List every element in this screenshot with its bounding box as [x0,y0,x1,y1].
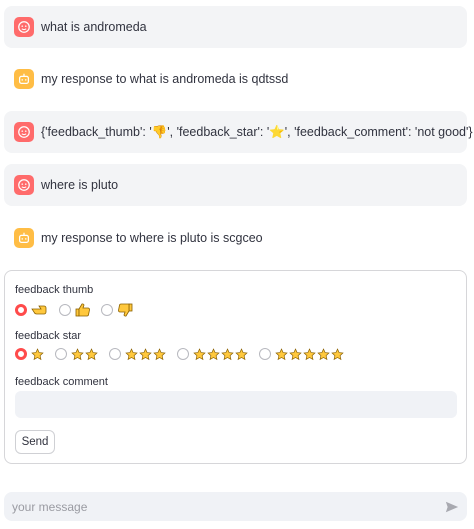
user-avatar [14,122,34,142]
star-option-3[interactable] [109,347,167,361]
chat-message-assistant: my response to what is andromeda is qdts… [4,58,467,100]
user-avatar [14,17,34,37]
star-option-4[interactable] [177,347,249,361]
feedback-star-label: feedback star [15,330,82,342]
star-icon [125,347,138,361]
star-icon [71,347,84,361]
radio-button[interactable] [59,304,71,316]
star-icon [85,347,98,361]
star-option-1[interactable] [15,347,45,361]
message-text: what is andromeda [41,20,147,34]
star-option-5[interactable] [259,347,345,361]
thumb-option-thumbs-up[interactable] [59,303,91,317]
thumb-option-point-right[interactable] [15,303,49,317]
feedback-comment-label: feedback comment [15,376,108,388]
message-text: my response to what is andromeda is qdts… [41,72,289,86]
bot-avatar [14,228,34,248]
star-icon [153,347,166,361]
chat-input[interactable]: your message [4,492,467,521]
feedback-star-radio-group [15,345,355,363]
user-avatar [14,175,34,195]
send-button[interactable]: Send [15,430,55,454]
chat-message-user: where is pluto [4,164,467,206]
star-icon-group [71,347,99,361]
thumbs-down-icon [117,303,133,317]
star-icon [207,347,220,361]
thumb-option-thumbs-down[interactable] [101,303,133,317]
feedback-form: feedback thumb feedback star feedback co… [4,270,467,464]
bot-avatar [14,69,34,89]
star-icon [331,347,344,361]
message-text: where is pluto [41,178,119,192]
star-icon [275,347,288,361]
star-icon [139,347,152,361]
star-icon [221,347,234,361]
chat-message-user: what is andromeda [4,6,467,48]
radio-button[interactable] [109,348,121,360]
radio-button[interactable] [55,348,67,360]
message-text: my response to where is pluto is scgceo [41,231,263,245]
star-icon [193,347,206,361]
robot-icon [19,73,29,84]
user-face-icon [18,179,30,191]
star-icon [289,347,302,361]
radio-button-selected[interactable] [15,304,27,316]
star-icon-group [275,347,345,361]
robot-icon [19,232,29,243]
feedback-thumb-label: feedback thumb [15,284,94,296]
star-icon-group [31,347,45,361]
thumbs-up-icon [75,303,91,317]
chat-message-assistant: my response to where is pluto is scgceo [4,217,467,259]
feedback-comment-input[interactable] [15,391,457,418]
chat-input-placeholder: your message [12,499,88,514]
radio-button[interactable] [259,348,271,360]
star-icon [317,347,330,361]
radio-button-selected[interactable] [15,348,27,360]
chat-message-user: {'feedback_thumb': '👎', 'feedback_star':… [4,111,473,153]
star-icon [303,347,316,361]
radio-button[interactable] [101,304,113,316]
star-icon [31,347,44,361]
user-face-icon [18,126,30,138]
star-icon-group [125,347,167,361]
radio-button[interactable] [177,348,189,360]
message-text: {'feedback_thumb': '👎', 'feedback_star':… [41,124,473,139]
star-icon [235,347,248,361]
star-option-2[interactable] [55,347,99,361]
feedback-thumb-radio-group [15,301,143,319]
point-right-icon [31,303,49,317]
star-icon-group [193,347,249,361]
user-face-icon [18,21,30,33]
send-arrow-icon[interactable] [445,500,459,514]
